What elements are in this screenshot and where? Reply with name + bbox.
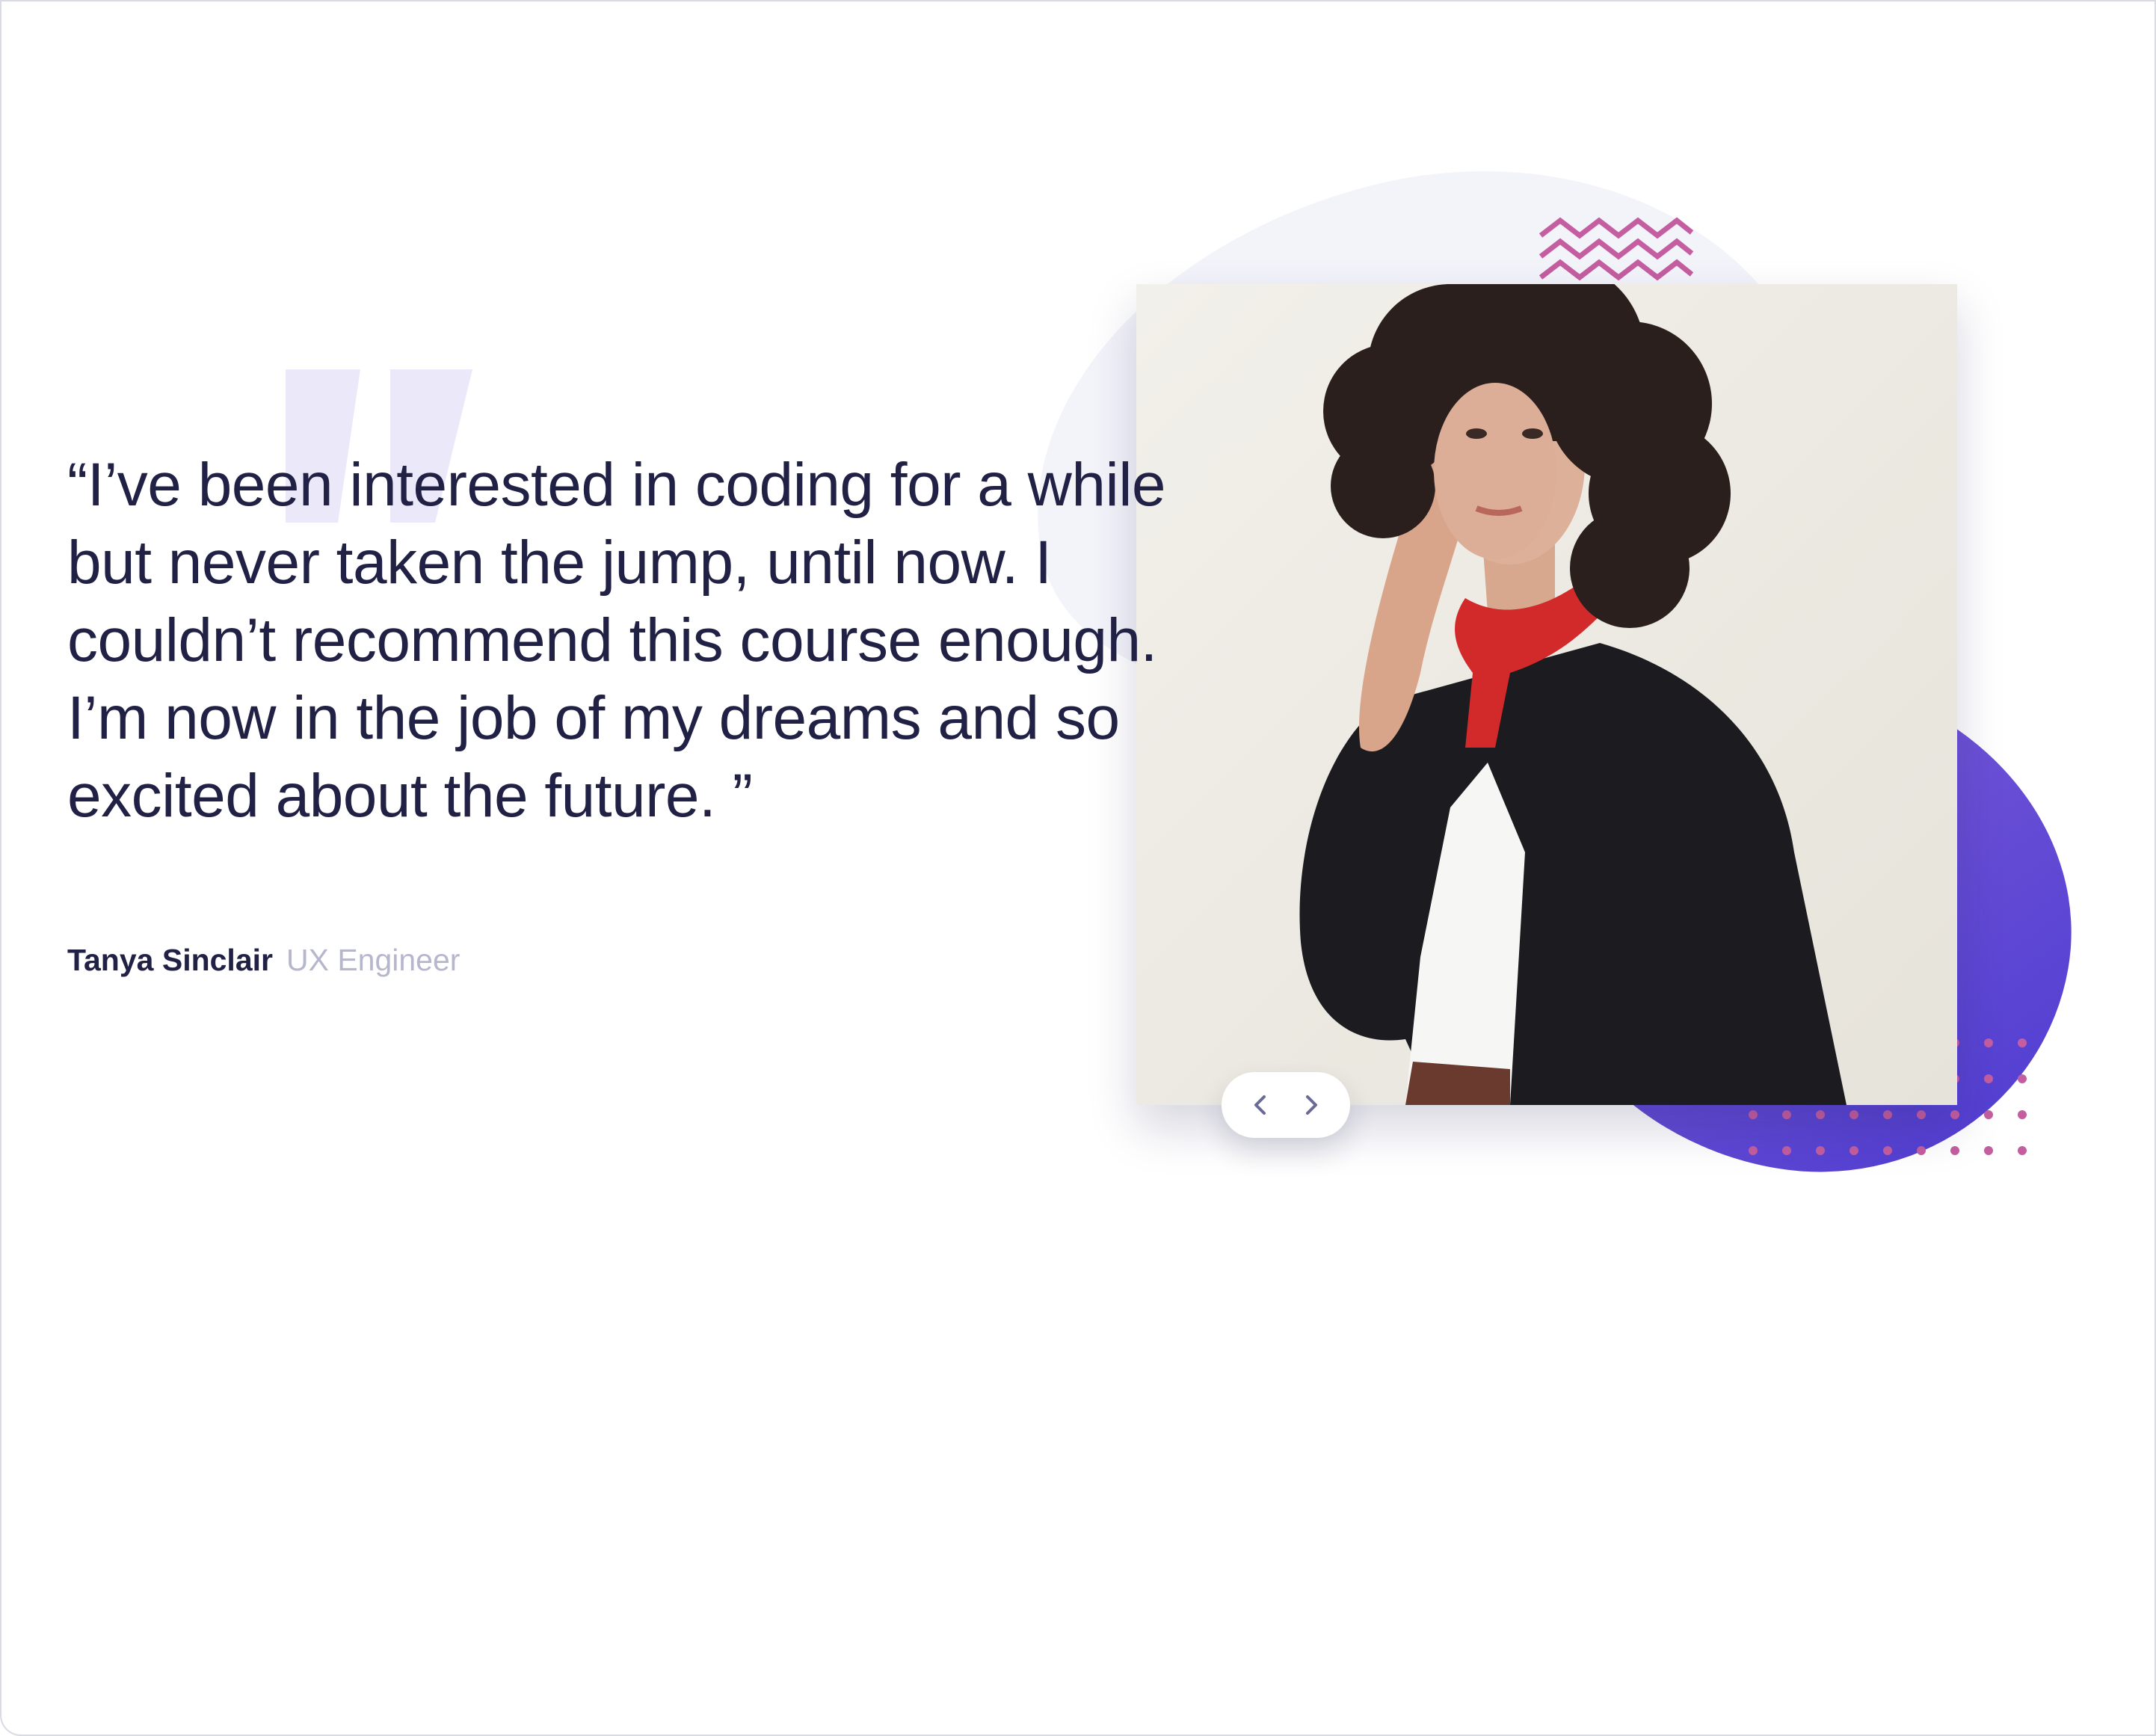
pattern-dot [1950, 1110, 1959, 1119]
pattern-dot [1984, 1038, 1993, 1047]
pattern-dot [1883, 1110, 1892, 1119]
chevron-left-icon [1254, 1095, 1266, 1115]
author-role: UX Engineer [286, 943, 461, 977]
pattern-dot [1816, 1146, 1825, 1155]
pattern-dot [2018, 1038, 2027, 1047]
pattern-dot [1749, 1146, 1758, 1155]
pattern-dot [1749, 1110, 1758, 1119]
pattern-dot [1950, 1146, 1959, 1155]
author-name: Tanya Sinclair [67, 943, 273, 977]
chevron-right-icon [1306, 1095, 1317, 1115]
pattern-dot [1984, 1146, 1993, 1155]
pattern-dot [1849, 1146, 1858, 1155]
testimonial-navigation [1222, 1072, 1350, 1138]
zigzag-pattern [1539, 217, 1694, 281]
pattern-dot [1883, 1146, 1892, 1155]
pattern-dot [2018, 1074, 2027, 1083]
pattern-dot [1816, 1110, 1825, 1119]
prev-button[interactable] [1244, 1089, 1277, 1121]
pattern-dot [2018, 1146, 2027, 1155]
testimonial-author: Tanya Sinclair UX Engineer [67, 940, 460, 980]
pattern-dot [1782, 1146, 1791, 1155]
pattern-dot [1782, 1110, 1791, 1119]
page: “I’ve been interested in coding for a wh… [0, 0, 2156, 1736]
pattern-dot [1984, 1074, 1993, 1083]
pattern-dot [1984, 1110, 1993, 1119]
pattern-dot [1849, 1110, 1858, 1119]
pattern-dot [1917, 1146, 1926, 1155]
pattern-dot [1917, 1110, 1926, 1119]
next-button[interactable] [1295, 1089, 1328, 1121]
pattern-dot [2018, 1110, 2027, 1119]
testimonial-quote: “I’ve been interested in coding for a wh… [67, 451, 1166, 830]
profile-photo [1136, 284, 1957, 1105]
